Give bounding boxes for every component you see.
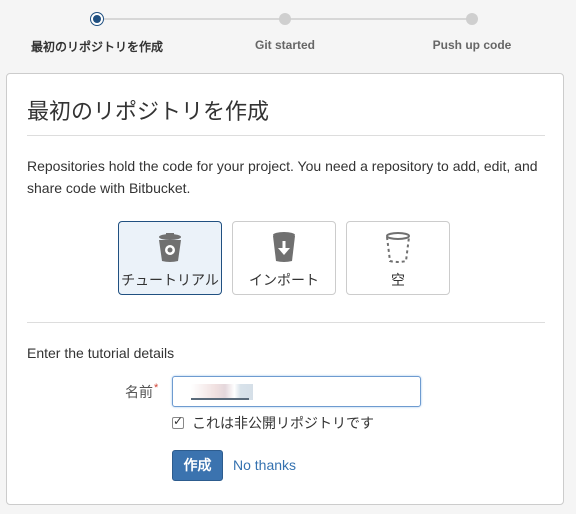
option-import-label: インポート <box>249 272 319 288</box>
option-empty-label: 空 <box>391 272 405 288</box>
step-1-dot <box>91 13 103 25</box>
create-repo-card: 最初のリポジトリを作成 Repositories hold the code f… <box>6 73 564 505</box>
step-1-label: 最初のリポジトリを作成 <box>30 40 164 54</box>
no-thanks-link[interactable]: No thanks <box>233 457 296 473</box>
progress-stepper: 最初のリポジトリを作成 Git started Push up code <box>0 0 576 70</box>
redacted-underline <box>191 398 249 400</box>
title-divider <box>27 135 545 136</box>
option-tutorial[interactable]: チュートリアル <box>118 221 222 295</box>
option-tutorial-label: チュートリアル <box>121 272 219 288</box>
create-button[interactable]: 作成 <box>172 450 223 481</box>
step-2-dot <box>279 13 291 25</box>
description-text: Repositories hold the code for your proj… <box>27 158 538 196</box>
repo-name-input[interactable] <box>172 376 421 407</box>
page-title: 最初のリポジトリを作成 <box>27 99 270 124</box>
step-3-dot <box>466 13 478 25</box>
step-2-label: Git started <box>254 38 316 52</box>
required-marker: * <box>154 382 159 394</box>
option-import[interactable]: インポート <box>232 221 336 295</box>
private-repo-checkbox[interactable] <box>172 414 184 429</box>
step-3-label: Push up code <box>432 38 512 52</box>
private-repo-checkbox-row[interactable]: これは非公開リポジトリです <box>172 413 374 433</box>
name-label-text: 名前 <box>125 384 153 400</box>
tutorial-bucket-icon <box>119 230 221 264</box>
private-repo-label: これは非公開リポジトリです <box>192 415 374 431</box>
section-heading: Enter the tutorial details <box>27 345 175 361</box>
option-empty[interactable]: 空 <box>346 221 450 295</box>
name-field-label: 名前* <box>125 382 158 402</box>
options-divider <box>27 322 545 323</box>
import-bucket-icon <box>233 230 335 264</box>
empty-bucket-icon <box>347 230 449 264</box>
